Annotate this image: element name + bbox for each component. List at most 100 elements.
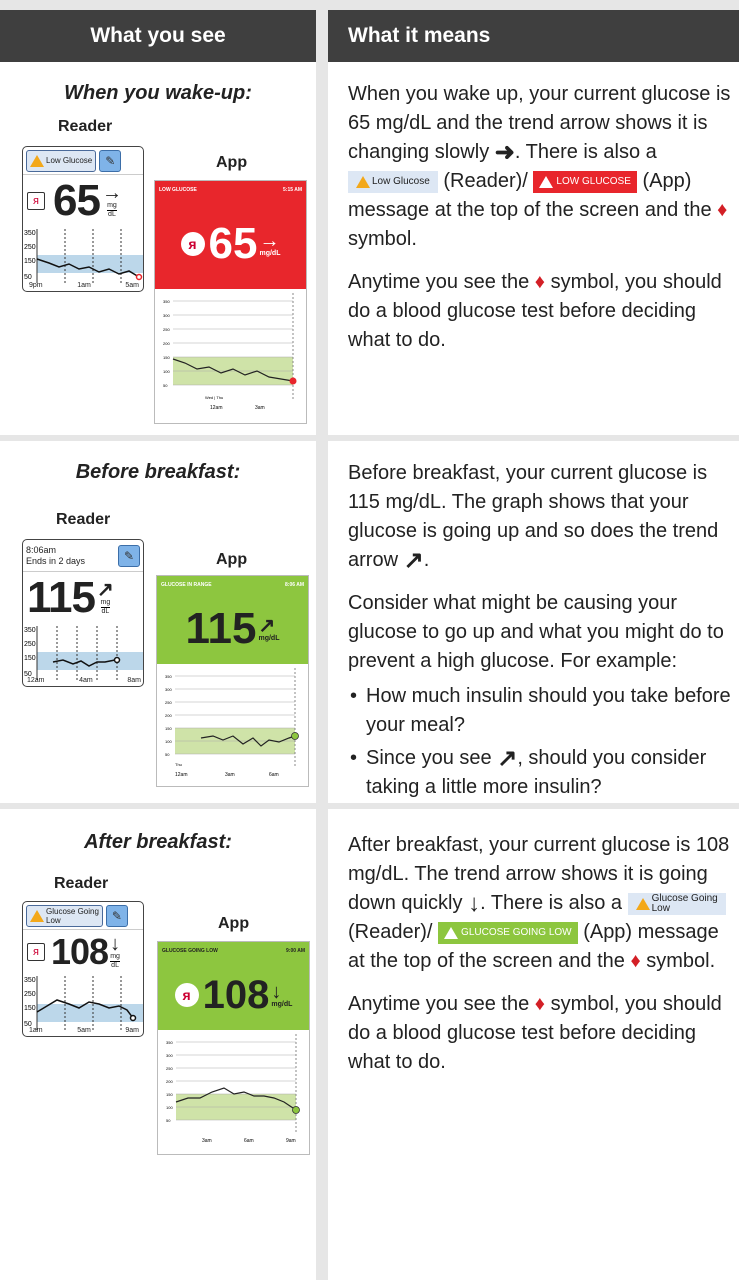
svg-text:12am: 12am xyxy=(175,772,188,778)
app-low-glucose-badge: LOW GLUCOSE xyxy=(533,170,637,193)
pencil-icon: ✎ xyxy=(118,544,140,567)
svg-text:250: 250 xyxy=(24,991,36,998)
blood-test-icon: ♦ xyxy=(717,199,728,222)
row2-app-screen: GLUCOSE IN RANGE 8:06 AM 115 ↗ mg/dL 350 30… xyxy=(156,575,309,787)
low-glucose-badge: Low Glucose xyxy=(348,170,438,193)
app-graph: 350 300 250 200 150 100 50 3am 6am 9am xyxy=(166,1034,300,1144)
svg-text:300: 300 xyxy=(166,1053,173,1058)
up-right-arrow-icon: ↗ xyxy=(497,745,518,773)
trend-arrow-icon: ↗ xyxy=(258,614,276,637)
svg-text:300: 300 xyxy=(163,313,170,318)
row1-description: When you wake up, your current glucose i… xyxy=(348,83,731,352)
glucose-going-low-badge: Glucose Going Low xyxy=(627,892,726,915)
trend-arrow-icon: → xyxy=(259,229,280,252)
svg-text:150: 150 xyxy=(165,726,172,731)
svg-text:200: 200 xyxy=(165,713,172,718)
sensor-ends-label: Ends in 2 days xyxy=(26,555,86,566)
list-item: How much insulin should you take before … xyxy=(348,682,733,740)
row2-description: Before breakfast, your current glucose i… xyxy=(348,459,733,806)
app-glucose-value: 108 xyxy=(202,972,270,1017)
svg-text:250: 250 xyxy=(163,327,170,332)
app-graph: 350 300 250 200 150 100 50 Wed | Thu 12am 3am xyxy=(163,293,297,411)
svg-text:250: 250 xyxy=(24,244,36,251)
svg-text:Wed | Thu: Wed | Thu xyxy=(205,395,223,400)
row3-reader-screen: Glucose Going Low ✎ ᴙ 108 ↓ mg dL 350 250… xyxy=(22,901,144,1037)
svg-text:150: 150 xyxy=(24,655,36,662)
trend-arrow-icon: ↗ xyxy=(96,578,114,601)
svg-text:200: 200 xyxy=(163,341,170,346)
warning-icon xyxy=(30,154,44,167)
reader-glucose-value: 65 xyxy=(53,176,101,225)
svg-text:3am: 3am xyxy=(225,772,235,778)
header-what-it-means: What it means xyxy=(328,10,739,62)
svg-text:300: 300 xyxy=(165,687,172,692)
app-graph: 350 300 250 200 150 100 50 Thu 12am 3am 6am xyxy=(165,668,299,778)
blood-test-icon: ᴙ xyxy=(27,192,45,210)
svg-text:350: 350 xyxy=(165,674,172,679)
row3-right-cell: After breakfast, your current glucose is… xyxy=(328,809,739,1280)
blood-test-icon: ♦ xyxy=(630,950,641,973)
svg-text:6am: 6am xyxy=(244,1138,254,1144)
svg-text:50: 50 xyxy=(166,1118,171,1123)
row1-app-screen: LOW GLUCOSE 5:15 AM ᴙ 65 → mg/dL 350 300 250… xyxy=(154,180,307,424)
down-arrow-icon: ↓ xyxy=(468,890,481,918)
row3-reader-label: Reader xyxy=(54,875,109,892)
trend-arrow-icon: → xyxy=(101,181,122,204)
row2-left-cell: Before breakfast: Reader 8:06am Ends in 2… xyxy=(0,441,316,803)
svg-text:350: 350 xyxy=(24,230,36,237)
svg-text:250: 250 xyxy=(165,700,172,705)
row1-left-cell: When you wake-up: Reader Low Glucose ✎ ᴙ… xyxy=(0,62,316,435)
row3-app-screen: GLUCOSE GOING LOW 9:00 AM ᴙ 108 ↓ mg/dL 35… xyxy=(157,941,310,1155)
trend-arrow-icon: ↓ xyxy=(271,980,282,1003)
warning-icon xyxy=(30,909,44,922)
svg-text:12am: 12am xyxy=(210,405,223,411)
svg-text:3am: 3am xyxy=(255,405,265,411)
blood-test-icon: ᴙ xyxy=(174,983,199,1007)
row3-app-label: App xyxy=(218,915,250,932)
svg-text:350: 350 xyxy=(163,299,170,304)
svg-text:6am: 6am xyxy=(269,772,279,778)
reader-glucose-value: 108 xyxy=(51,931,109,972)
svg-text:350: 350 xyxy=(24,627,36,634)
svg-text:150: 150 xyxy=(163,355,170,360)
row3-left-cell: After breakfast: Reader Glucose Going Low… xyxy=(0,809,316,1280)
blood-test-icon: ♦ xyxy=(534,993,545,1016)
svg-text:50: 50 xyxy=(163,383,168,388)
app-status-bar: GLUCOSE GOING LOW 9:00 AM xyxy=(158,942,309,960)
row3-title: After breakfast: xyxy=(84,831,232,853)
app-glucose-going-low-badge: GLUCOSE GOING LOW xyxy=(438,921,578,944)
svg-text:50: 50 xyxy=(24,274,32,281)
glucose-going-low-badge: Glucose Going Low xyxy=(26,904,103,927)
svg-text:Thu: Thu xyxy=(175,762,182,767)
list-item: Since you see ↗, should you consider tak… xyxy=(348,744,733,802)
blood-test-icon: ᴙ xyxy=(180,232,205,256)
svg-text:350: 350 xyxy=(24,977,36,984)
row2-reader-screen: 8:06am Ends in 2 days ✎ 115 ↗ mg dL 350 2… xyxy=(22,539,144,687)
row1-right-cell: When you wake up, your current glucose i… xyxy=(328,62,739,435)
app-status-bar: LOW GLUCOSE 5:15 AM xyxy=(155,181,306,199)
pencil-icon: ✎ xyxy=(105,904,128,927)
svg-text:9am: 9am xyxy=(286,1138,296,1144)
reader-graph: 350 250 150 50 xyxy=(24,229,143,283)
svg-text:250: 250 xyxy=(24,641,36,648)
svg-text:150: 150 xyxy=(24,258,36,265)
right-arrow-icon: ➜ xyxy=(494,139,515,167)
row2-app-label: App xyxy=(216,551,248,568)
svg-text:100: 100 xyxy=(163,369,170,374)
svg-text:150: 150 xyxy=(24,1005,36,1012)
row1-title: When you wake-up: xyxy=(64,82,252,104)
svg-text:100: 100 xyxy=(166,1105,173,1110)
trend-arrow-icon: ↓ xyxy=(110,932,121,955)
row1-reader-screen: Low Glucose ✎ ᴙ 65 → mg dL 350 250 150 5… xyxy=(22,146,144,292)
svg-text:250: 250 xyxy=(166,1066,173,1071)
row2-reader-label: Reader xyxy=(56,511,111,528)
svg-text:3am: 3am xyxy=(202,1138,212,1144)
svg-text:150: 150 xyxy=(166,1092,173,1097)
svg-text:350: 350 xyxy=(166,1040,173,1045)
app-status-bar: GLUCOSE IN RANGE 8:06 AM xyxy=(157,576,308,594)
blood-test-icon: ᴙ xyxy=(27,943,45,961)
pencil-icon: ✎ xyxy=(99,149,122,172)
low-glucose-badge: Low Glucose xyxy=(26,149,97,172)
svg-text:100: 100 xyxy=(165,739,172,744)
row3-description: After breakfast, your current glucose is… xyxy=(348,834,730,1074)
